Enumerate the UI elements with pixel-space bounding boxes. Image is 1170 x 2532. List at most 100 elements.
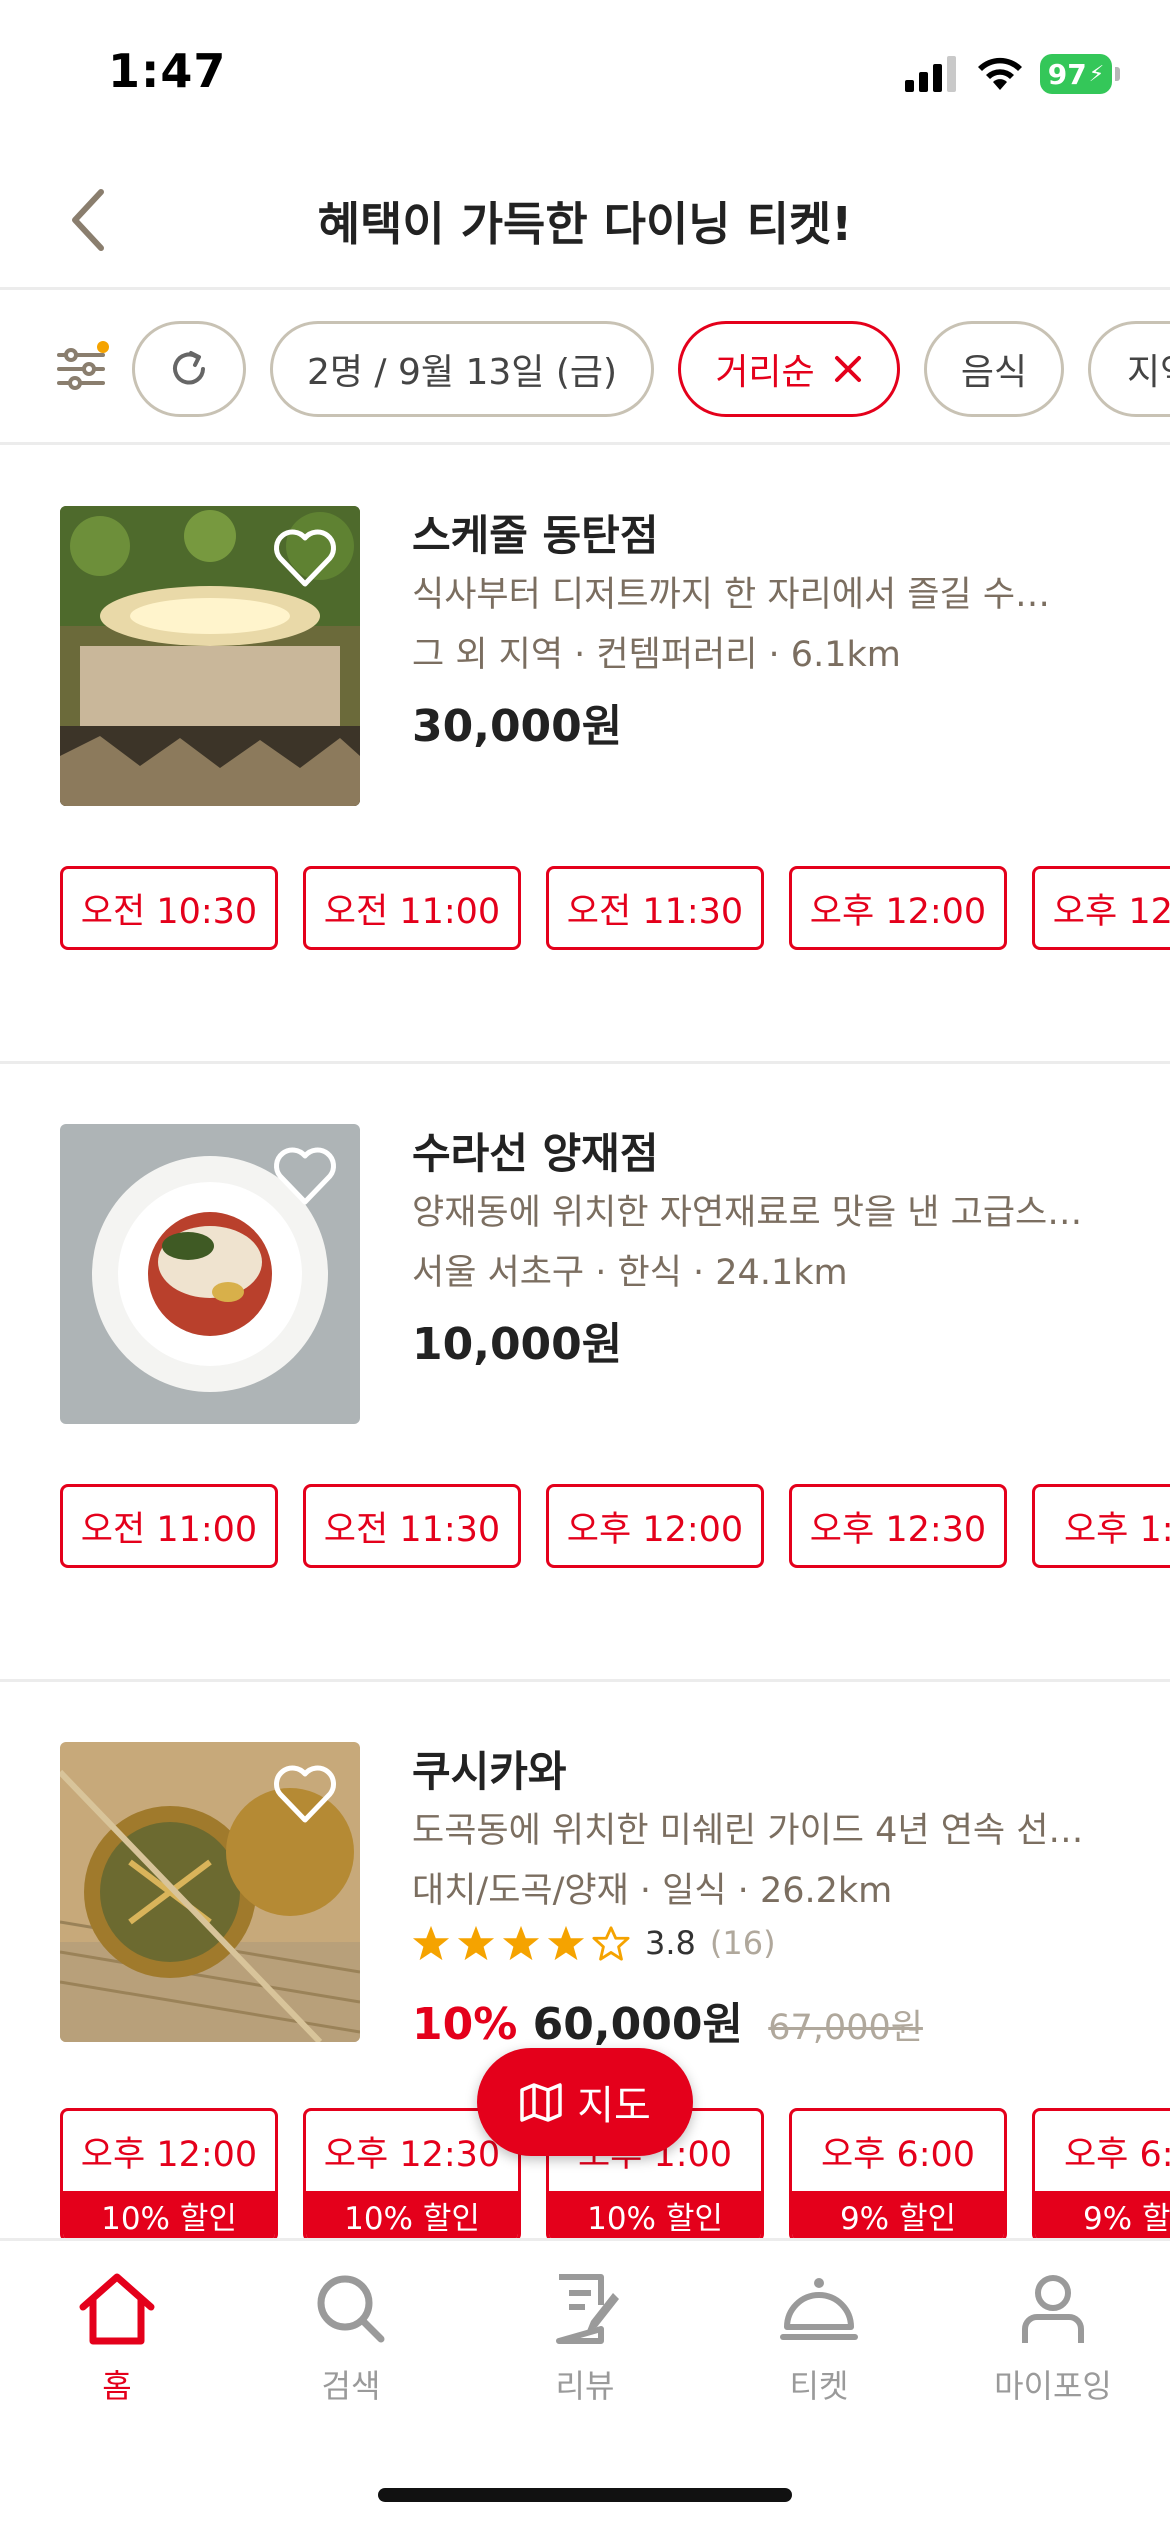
page-title: 혜택이 가득한 다이닝 티켓! [317, 197, 853, 251]
slot-discount: 10% 할인 [306, 2191, 518, 2239]
restaurant-name: 쿠시카와 [412, 1747, 567, 1796]
map-button[interactable]: 지도 [477, 2048, 693, 2156]
heart-icon[interactable] [272, 1146, 338, 1206]
restaurant-meta: 그 외 지역 · 컨템퍼러리 · 6.1km [412, 635, 901, 675]
restaurant-name: 스케줄 동탄점 [412, 511, 659, 560]
rating-value: 3.8 [645, 1924, 696, 1962]
chip-label: 2명 / 9월 13일 (금) [306, 352, 618, 393]
restaurant-card[interactable]: 스케줄 동탄점 식사부터 디저트까지 한 자리에서 즐길 수… 그 외 지역 ·… [0, 448, 1170, 1064]
date-party-filter-chip[interactable]: 2명 / 9월 13일 (금) [270, 321, 654, 417]
nav-search[interactable]: 검색 [234, 2271, 468, 2421]
filter-bar: 2명 / 9월 13일 (금) 거리순 음식 지역 [0, 293, 1170, 445]
time-slot-list: 오전 11:00 오전 11:30 오후 12:00 오후 12:30 오후 1… [60, 1484, 1170, 1624]
slot-time: 오후 6:00 [820, 2134, 976, 2175]
slot-discount: 9% 할인 [1035, 2191, 1170, 2239]
star-icon [412, 1925, 450, 1961]
review-icon [556, 2274, 619, 2344]
header: 혜택이 가득한 다이닝 티켓! [0, 150, 1170, 290]
time-slot[interactable]: 오후 12:30 [1032, 866, 1170, 950]
time-slot-list: 오전 10:30 오전 11:00 오전 11:30 오후 12:00 오후 1… [60, 866, 1170, 1006]
nav-label: 리뷰 [555, 2367, 615, 2405]
star-icon [502, 1925, 540, 1961]
time-slot[interactable]: 오후 6:30 9% 할인 [1032, 2108, 1170, 2242]
restaurant-price: 10,000원 [412, 1319, 623, 1370]
restaurant-price: 30,000원 [412, 701, 623, 752]
nav-label: 마이포잉 [994, 2367, 1112, 2405]
profile-icon [1022, 2275, 1084, 2343]
search-icon [317, 2275, 385, 2343]
restaurant-card[interactable]: 수라선 양재점 양재동에 위치한 자연재료로 맛을 낸 고급스… 서울 서초구 … [0, 1066, 1170, 1682]
sliders-icon [57, 341, 109, 390]
slot-time: 오후 12:30 [809, 1509, 987, 1550]
slot-time: 오후 12:00 [80, 2134, 258, 2175]
restaurant-description: 식사부터 디저트까지 한 자리에서 즐길 수… [412, 575, 1051, 615]
chip-label: 지역 [1127, 352, 1170, 393]
slot-discount: 10% 할인 [549, 2191, 761, 2239]
nav-label: 홈 [102, 2367, 132, 2405]
star-icon [547, 1925, 585, 1961]
slot-time: 오후 12:00 [566, 1509, 744, 1550]
heart-icon[interactable] [272, 528, 338, 588]
nav-home[interactable]: 홈 [0, 2271, 234, 2421]
slot-time: 오전 10:30 [80, 891, 258, 932]
divider [0, 1061, 1170, 1064]
slot-discount: 10% 할인 [63, 2191, 275, 2239]
status-bar: 1:47 97 ⚡ [0, 0, 1170, 150]
time-slot[interactable]: 오후 12:00 [789, 866, 1007, 950]
battery-indicator: 97 ⚡ [1040, 54, 1120, 94]
nav-profile[interactable]: 마이포잉 [936, 2271, 1170, 2421]
divider [0, 1679, 1170, 1682]
time-slot[interactable]: 오후 12:00 10% 할인 [60, 2108, 278, 2242]
nav-review[interactable]: 리뷰 [468, 2271, 702, 2421]
time-slot[interactable]: 오후 6:00 9% 할인 [789, 2108, 1007, 2242]
review-count: (16) [709, 1924, 776, 1962]
nav-ticket[interactable]: 티켓 [702, 2271, 936, 2421]
time-slot[interactable]: 오후 1:00 [1032, 1484, 1170, 1568]
time-slot[interactable]: 오전 11:30 [303, 1484, 521, 1568]
time-slot[interactable]: 오전 11:00 [60, 1484, 278, 1568]
close-icon[interactable] [833, 354, 863, 384]
time-slot[interactable]: 오전 10:30 [60, 866, 278, 950]
slot-time: 오후 12:30 [1052, 891, 1170, 932]
rating: 3.8 (16) [412, 1924, 776, 1962]
slot-time: 오후 1:00 [1063, 1509, 1170, 1550]
food-filter-chip[interactable]: 음식 [924, 321, 1064, 417]
time-slot[interactable]: 오전 11:30 [546, 866, 764, 950]
filter-settings-button[interactable] [55, 341, 111, 397]
map-icon [520, 2083, 562, 2122]
chip-label: 거리순 [715, 352, 815, 393]
restaurant-price-row: 10% 60,000원 67,000원 [412, 1988, 923, 2052]
restaurant-description: 도곡동에 위치한 미쉐린 가이드 4년 연속 선… [412, 1811, 1084, 1851]
refresh-filter-button[interactable] [132, 321, 246, 417]
star-icon [457, 1925, 495, 1961]
heart-icon[interactable] [272, 1764, 338, 1824]
slot-time: 오후 12:00 [809, 891, 987, 932]
wifi-icon [978, 57, 1022, 90]
discounted-price: 60,000원 [532, 1999, 743, 2050]
restaurant-name: 수라선 양재점 [412, 1129, 659, 1178]
slot-time: 오전 11:30 [323, 1509, 501, 1550]
status-time: 1:47 [108, 44, 227, 98]
time-slot[interactable]: 오후 12:00 [546, 1484, 764, 1568]
time-slot[interactable]: 오후 12:30 [789, 1484, 1007, 1568]
home-indicator [378, 2488, 792, 2502]
slot-time: 오후 12:30 [323, 2134, 501, 2175]
refresh-icon [173, 351, 205, 385]
restaurant-meta: 서울 서초구 · 한식 · 24.1km [412, 1253, 848, 1293]
chip-label: 음식 [960, 352, 1028, 393]
signal-icon [905, 56, 956, 92]
battery-level: 97 [1047, 57, 1087, 91]
region-filter-chip[interactable]: 지역 [1088, 321, 1170, 417]
slot-discount: 9% 할인 [792, 2191, 1004, 2239]
time-slot[interactable]: 오전 11:00 [303, 866, 521, 950]
map-button-label: 지도 [577, 2083, 651, 2129]
slot-time: 오전 11:00 [80, 1509, 258, 1550]
sort-distance-chip[interactable]: 거리순 [678, 321, 900, 417]
restaurant-card[interactable]: 쿠시카와 도곡동에 위치한 미쉐린 가이드 4년 연속 선… 대치/도곡/양재 … [0, 1684, 1170, 2244]
ticket-icon [780, 2278, 858, 2340]
discount-percent: 10% [412, 1999, 518, 2050]
slot-time: 오후 6:30 [1063, 2134, 1170, 2175]
restaurant-description: 양재동에 위치한 자연재료로 맛을 낸 고급스… [412, 1193, 1083, 1233]
nav-label: 검색 [321, 2367, 381, 2405]
restaurant-meta: 대치/도곡/양재 · 일식 · 26.2km [412, 1871, 893, 1911]
